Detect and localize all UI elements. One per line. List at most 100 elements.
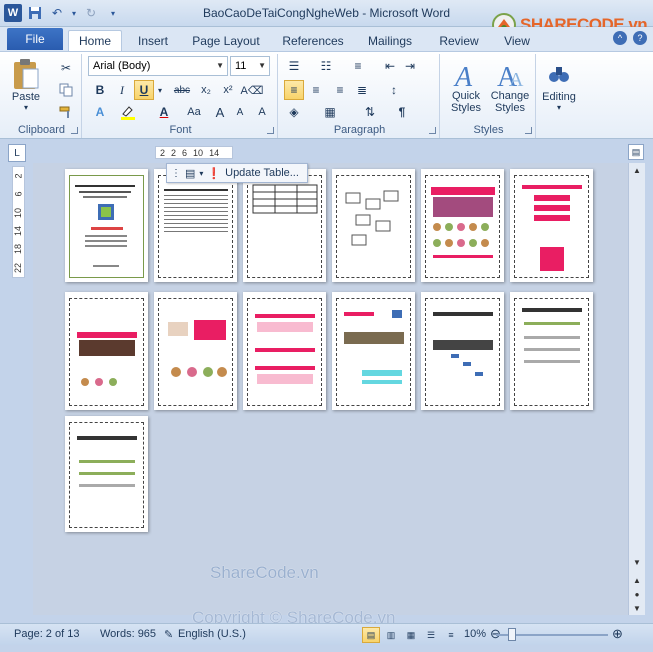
decrease-indent-icon[interactable]: ⇤ <box>380 56 400 76</box>
justify-icon[interactable]: ≣ <box>352 80 372 100</box>
show-formatting-icon[interactable]: ¶ <box>392 102 412 122</box>
clipboard-launcher-icon[interactable] <box>71 127 78 134</box>
grow-font-icon[interactable]: A <box>210 102 230 122</box>
web-layout-view-icon[interactable]: ▦ <box>402 627 420 643</box>
styles-launcher-icon[interactable] <box>525 127 532 134</box>
draft-view-icon[interactable]: ≡ <box>442 627 460 643</box>
highlight-icon[interactable] <box>118 102 138 122</box>
shading-icon[interactable]: ◈ <box>284 102 304 122</box>
clear-formatting-icon[interactable]: A⌫ <box>241 80 264 100</box>
shrink-font-icon[interactable]: A <box>230 102 250 122</box>
phonetic-guide-icon[interactable]: A <box>252 102 272 122</box>
bold-icon[interactable]: B <box>90 80 110 100</box>
vertical-scrollbar[interactable]: ▲ ▼ ▲ ● ▼ <box>628 163 645 615</box>
title-bar: W ↶ ▾ ↻ ▾ BaoCaoDeTaiCongNgheWeb - Micro… <box>0 0 653 37</box>
tab-insert[interactable]: Insert <box>130 30 176 51</box>
document-area[interactable] <box>33 163 628 615</box>
page-thumbnail-7[interactable] <box>65 292 148 410</box>
document-icon[interactable]: ▤ <box>185 167 195 180</box>
subscript-icon[interactable]: x₂ <box>196 80 216 100</box>
font-size-combo[interactable]: 11 ▼ <box>230 56 270 76</box>
page-thumbnail-11[interactable] <box>421 292 504 410</box>
minimize-ribbon-icon[interactable]: ^ <box>613 31 627 45</box>
tab-mailings[interactable]: Mailings <box>362 30 418 51</box>
previous-page-icon[interactable]: ▲ <box>629 573 645 587</box>
numbering-icon[interactable]: ☷ <box>316 56 336 76</box>
increase-indent-icon[interactable]: ⇥ <box>400 56 420 76</box>
page-thumbnail-3[interactable] <box>243 169 326 282</box>
next-page-icon[interactable]: ▼ <box>629 601 645 615</box>
page-thumbnail-8[interactable] <box>154 292 237 410</box>
font-size-dropdown-icon[interactable]: ▼ <box>258 61 266 70</box>
proofing-icon[interactable]: ✎ <box>164 628 173 641</box>
select-browse-object-icon[interactable]: ● <box>629 587 645 601</box>
font-name-combo[interactable]: Arial (Body) ▼ <box>88 56 228 76</box>
tab-view[interactable]: View <box>496 30 538 51</box>
quick-styles-button[interactable]: A Quick Styles <box>444 56 488 118</box>
view-ruler-icon[interactable]: ▤ <box>628 144 644 160</box>
page-thumbnail-1[interactable] <box>65 169 148 282</box>
font-name-dropdown-icon[interactable]: ▼ <box>216 61 224 70</box>
align-left-icon[interactable]: ≡ <box>284 80 304 100</box>
multilevel-list-icon[interactable]: ≡ <box>348 56 368 76</box>
print-layout-view-icon[interactable]: ▤ <box>362 627 380 643</box>
italic-icon[interactable]: I <box>112 80 132 100</box>
tab-selector[interactable]: L <box>8 144 26 162</box>
copy-icon[interactable] <box>56 80 76 100</box>
align-right-icon[interactable]: ≡ <box>330 80 350 100</box>
zoom-in-icon[interactable]: ⊕ <box>612 626 623 642</box>
word-count[interactable]: Words: 965 <box>100 628 156 640</box>
align-center-icon[interactable]: ≡ <box>306 80 326 100</box>
underline-dropdown-icon[interactable]: ▾ <box>156 80 164 100</box>
change-case-icon[interactable]: Aa <box>184 102 204 122</box>
page-thumbnail-12[interactable] <box>510 292 593 410</box>
page-indicator[interactable]: Page: 2 of 13 <box>14 628 79 640</box>
admin-page-content <box>433 312 493 376</box>
paragraph-launcher-icon[interactable] <box>429 127 436 134</box>
page-thumbnail-2[interactable] <box>154 169 237 282</box>
horizontal-ruler[interactable]: 2 2 6 10 14 <box>155 146 233 159</box>
update-table-popup[interactable]: ⋮ ▤ ▾ ❗ Update Table... <box>166 163 308 183</box>
page-thumbnail-4[interactable] <box>332 169 415 282</box>
outline-view-icon[interactable]: ☰ <box>422 627 440 643</box>
scroll-down-icon[interactable]: ▼ <box>629 555 645 569</box>
font-color-icon[interactable]: A <box>154 102 174 122</box>
cut-icon[interactable]: ✂ <box>56 58 76 78</box>
editing-button[interactable]: Editing ▾ <box>538 56 580 118</box>
text-effects-icon[interactable]: A <box>90 102 110 122</box>
format-painter-icon[interactable] <box>56 102 76 122</box>
page-thumbnail-13[interactable] <box>65 416 148 532</box>
page-thumbnail-6[interactable] <box>510 169 593 282</box>
zoom-slider-thumb[interactable] <box>508 628 516 641</box>
scroll-up-icon[interactable]: ▲ <box>629 163 645 177</box>
sort-icon[interactable]: ⇅ <box>360 102 380 122</box>
toc-handle-icon[interactable]: ⋮ <box>171 168 181 179</box>
change-styles-button[interactable]: AA Change Styles <box>488 56 532 118</box>
full-screen-reading-view-icon[interactable]: ▥ <box>382 627 400 643</box>
zoom-level[interactable]: 10% <box>464 628 486 640</box>
tab-references[interactable]: References <box>278 30 348 51</box>
borders-icon[interactable]: ▦ <box>320 102 340 122</box>
language-indicator[interactable]: English (U.S.) <box>178 628 246 640</box>
tab-home[interactable]: Home <box>68 30 122 51</box>
strikethrough-icon[interactable]: abc <box>172 80 192 100</box>
paste-button[interactable]: Paste ▾ <box>6 56 46 112</box>
bullets-icon[interactable]: ☰ <box>284 56 304 76</box>
page-thumbnail-10[interactable] <box>332 292 415 410</box>
superscript-icon[interactable]: x² <box>218 80 238 100</box>
vertical-ruler[interactable]: 2 6 10 14 18 22 <box>12 166 25 278</box>
page-thumbnail-5[interactable] <box>421 169 504 282</box>
table-page-content <box>252 184 318 214</box>
editing-dropdown-icon[interactable]: ▾ <box>557 103 561 112</box>
underline-icon[interactable]: U <box>134 80 154 100</box>
paste-dropdown-icon[interactable]: ▾ <box>24 103 28 112</box>
paste-icon <box>14 58 39 89</box>
dropdown-icon[interactable]: ▾ <box>199 169 203 178</box>
tab-review[interactable]: Review <box>432 30 486 51</box>
tab-page-layout[interactable]: Page Layout <box>188 30 264 51</box>
font-launcher-icon[interactable] <box>267 127 274 134</box>
help-icon[interactable]: ? <box>633 31 647 45</box>
tab-file[interactable]: File <box>7 28 63 50</box>
page-thumbnail-9[interactable] <box>243 292 326 410</box>
line-spacing-icon[interactable]: ↕ <box>384 80 404 100</box>
